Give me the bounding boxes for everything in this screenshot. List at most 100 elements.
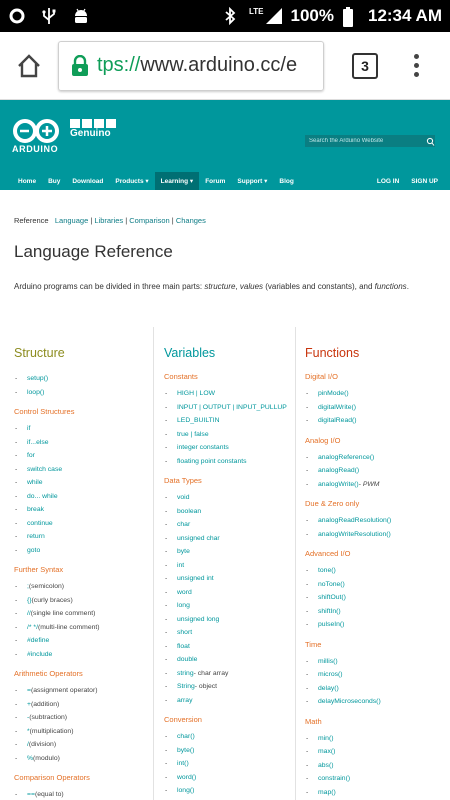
reference-link-analogreadresolution[interactable]: analogReadResolution() — [318, 517, 391, 524]
reference-link-shiftin[interactable]: shiftIn() — [318, 608, 341, 615]
reference-link-return[interactable]: return — [27, 533, 45, 540]
reference-link-int[interactable]: int — [177, 562, 184, 569]
site-header: ARDUINO Genuino HomeBuyDownloadProducts … — [0, 100, 450, 190]
reference-link-switch-case[interactable]: switch case — [27, 466, 62, 473]
bullet: - — [165, 629, 168, 637]
bullet: - — [306, 594, 309, 602]
reference-link-digitalread[interactable]: digitalRead() — [318, 417, 357, 424]
tab-switcher-button[interactable]: 3 — [352, 52, 378, 79]
reference-link-setup[interactable]: setup() — [27, 375, 48, 382]
breadcrumb-link-changes[interactable]: Changes — [176, 216, 206, 225]
reference-link-integer-constants[interactable]: integer constants — [177, 444, 229, 451]
nav-item-learning[interactable]: Learning ▾ — [154, 172, 200, 190]
reference-link-analogwrite[interactable]: analogWrite() — [318, 481, 359, 488]
reference-link-while[interactable]: while — [27, 479, 43, 486]
reference-link-map[interactable]: map() — [318, 789, 336, 796]
reference-link-loop[interactable]: loop() — [27, 389, 44, 396]
breadcrumb-link-comparison[interactable]: Comparison — [129, 216, 169, 225]
reference-link-define[interactable]: #define — [27, 637, 49, 644]
reference-link-led-builtin[interactable]: LED_BUILTIN — [177, 417, 220, 424]
reference-link-char[interactable]: char() — [177, 733, 195, 740]
reference-link-for[interactable]: for — [27, 452, 35, 459]
reference-link-string[interactable]: string — [177, 670, 194, 677]
reference-link-input-output-input-pullup[interactable]: INPUT | OUTPUT | INPUT_PULLUP — [177, 404, 287, 411]
reference-link-goto[interactable]: goto — [27, 547, 40, 554]
reference-link-word[interactable]: word — [177, 589, 192, 596]
reference-link-abs[interactable]: abs() — [318, 762, 334, 769]
reference-link-high-low[interactable]: HIGH | LOW — [177, 390, 215, 397]
reference-link-constrain[interactable]: constrain() — [318, 775, 350, 782]
reference-link-delay[interactable]: delay() — [318, 685, 339, 692]
reference-link-digitalwrite[interactable]: digitalWrite() — [318, 404, 356, 411]
search-icon[interactable] — [426, 135, 435, 153]
reference-link-unsigned-char[interactable]: unsigned char — [177, 535, 220, 542]
reference-link-array[interactable]: array — [177, 697, 193, 704]
signup-link[interactable]: SIGN UP — [405, 172, 444, 190]
list-item: - loop() — [14, 386, 150, 400]
nav-item-products[interactable]: Products ▾ — [109, 172, 154, 190]
site-search-input[interactable] — [305, 135, 435, 147]
nav-item-download[interactable]: Download — [66, 172, 109, 190]
reference-link-true-false[interactable]: true | false — [177, 431, 209, 438]
reference-link-continue[interactable]: continue — [27, 520, 53, 527]
reference-link-pulsein[interactable]: pulseIn() — [318, 621, 344, 628]
overflow-menu-icon[interactable] — [414, 54, 419, 77]
structure-column: Structure - setup() - loop() Control Structur… — [14, 346, 150, 800]
reference-link-analogreference[interactable]: analogReference() — [318, 454, 374, 461]
reference-link-byte[interactable]: byte — [177, 548, 190, 555]
reference-link-pinmode[interactable]: pinMode() — [318, 390, 349, 397]
bullet: - — [165, 683, 168, 691]
bullet: - — [15, 438, 18, 446]
bullet: - — [165, 733, 168, 741]
list-item: - pulseIn() — [305, 618, 445, 632]
reference-link-short[interactable]: short — [177, 629, 192, 636]
login-link[interactable]: LOG IN — [371, 172, 405, 190]
reference-link-floating-point-constants[interactable]: floating point constants — [177, 458, 247, 465]
reference-link-unsigned-int[interactable]: unsigned int — [177, 575, 214, 582]
reference-link-symbol[interactable]: /* */ — [27, 624, 38, 631]
nav-item-home[interactable]: Home — [12, 172, 42, 190]
reference-link-analogread[interactable]: analogRead() — [318, 467, 359, 474]
reference-link-include[interactable]: #include — [27, 651, 52, 658]
reference-link-tone[interactable]: tone() — [318, 567, 336, 574]
reference-link-string[interactable]: String — [177, 683, 195, 690]
reference-link-long[interactable]: long — [177, 602, 190, 609]
reference-link-break[interactable]: break — [27, 506, 44, 513]
reference-link-double[interactable]: double — [177, 656, 197, 663]
nav-item-forum[interactable]: Forum — [199, 172, 231, 190]
reference-link-word[interactable]: word() — [177, 774, 196, 781]
reference-link-do-while[interactable]: do... while — [27, 493, 58, 500]
bullet: - — [165, 642, 168, 650]
list-item: - delayMicroseconds() — [305, 695, 445, 709]
reference-link-long[interactable]: long() — [177, 787, 194, 794]
bullet: - — [165, 444, 168, 452]
reference-link-min[interactable]: min() — [318, 735, 333, 742]
variables-column: Variables Constants - HIGH | LOW - INPUT | OU… — [164, 346, 294, 798]
reference-link-micros[interactable]: micros() — [318, 671, 343, 678]
home-button[interactable] — [0, 32, 58, 100]
nav-item-support[interactable]: Support ▾ — [231, 172, 273, 190]
reference-link-symbol[interactable]: == — [27, 791, 35, 798]
reference-link-int[interactable]: int() — [177, 760, 189, 767]
reference-link-void[interactable]: void — [177, 494, 189, 501]
reference-link-unsigned-long[interactable]: unsigned long — [177, 616, 219, 623]
reference-link-float[interactable]: float — [177, 643, 190, 650]
reference-link-shiftout[interactable]: shiftOut() — [318, 594, 346, 601]
reference-link-millis[interactable]: millis() — [318, 658, 338, 665]
breadcrumb-link-language[interactable]: Language — [55, 216, 88, 225]
address-bar[interactable]: tps://www.arduino.cc/e — [58, 40, 324, 91]
reference-link-delaymicroseconds[interactable]: delayMicroseconds() — [318, 698, 381, 705]
reference-link-if-else[interactable]: if...else — [27, 439, 49, 446]
bullet: - — [15, 727, 18, 735]
reference-link-max[interactable]: max() — [318, 748, 335, 755]
reference-link-notone[interactable]: noTone() — [318, 581, 345, 588]
reference-link-if[interactable]: if — [27, 425, 30, 432]
bullet: - — [165, 669, 168, 677]
nav-item-buy[interactable]: Buy — [42, 172, 66, 190]
reference-link-boolean[interactable]: boolean — [177, 508, 201, 515]
breadcrumb-link-libraries[interactable]: Libraries — [94, 216, 123, 225]
reference-link-byte[interactable]: byte() — [177, 747, 194, 754]
nav-item-blog[interactable]: Blog — [273, 172, 299, 190]
reference-link-analogwriteresolution[interactable]: analogWriteResolution() — [318, 531, 391, 538]
reference-link-char[interactable]: char — [177, 521, 190, 528]
